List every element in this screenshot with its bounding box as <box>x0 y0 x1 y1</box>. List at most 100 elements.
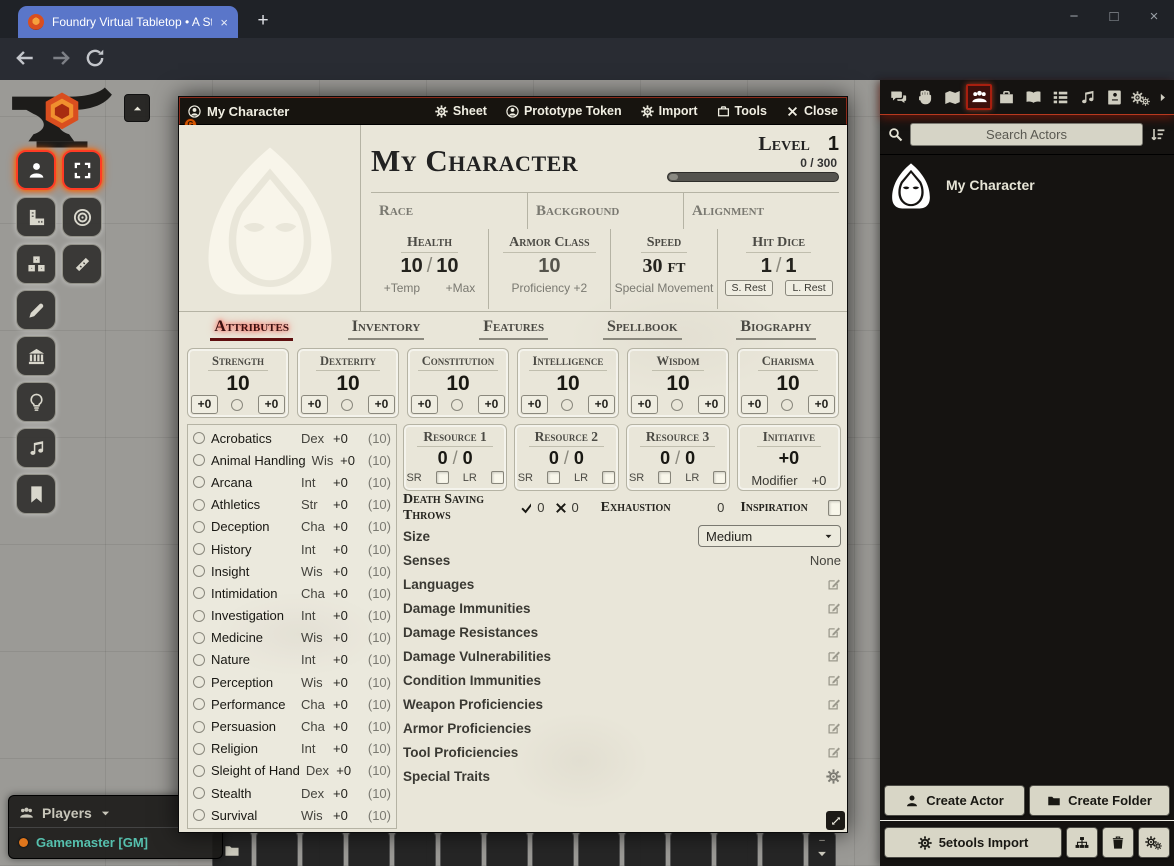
sort-icon[interactable] <box>1150 127 1166 143</box>
5etools-import-button[interactable]: 5etools Import <box>884 827 1062 858</box>
skill-proficiency-radio[interactable] <box>193 476 205 488</box>
macro-slot[interactable] <box>302 830 344 866</box>
level-value[interactable]: 1 <box>828 133 839 156</box>
tab-biography[interactable]: Biography <box>736 318 815 340</box>
skill-proficiency-radio[interactable] <box>193 743 205 755</box>
hd-max[interactable]: 1 <box>785 255 796 277</box>
lr-checkbox[interactable] <box>602 471 615 484</box>
initiative-value[interactable]: +0 <box>738 448 840 469</box>
ruler-controls-button[interactable] <box>16 197 56 237</box>
lr-checkbox[interactable] <box>491 471 504 484</box>
macro-slot[interactable] <box>762 830 804 866</box>
skill-row[interactable]: AthleticsStr+0(10) <box>193 494 391 516</box>
skill-proficiency-radio[interactable] <box>193 765 205 777</box>
ability-score[interactable]: 10 <box>191 372 285 396</box>
ability-score[interactable]: 10 <box>301 372 395 396</box>
ability-mod[interactable]: +0 <box>631 395 658 414</box>
ability-mod[interactable]: +0 <box>301 395 328 414</box>
edit-icon[interactable] <box>827 745 841 759</box>
skill-row[interactable]: NatureInt+0(10) <box>193 649 391 671</box>
skill-row[interactable]: Sleight of HandDex+0(10) <box>193 760 391 782</box>
skill-row[interactable]: PersuasionCha+0(10) <box>193 715 391 737</box>
ability-mod[interactable]: +0 <box>191 395 218 414</box>
notes-controls-button[interactable] <box>16 474 56 514</box>
ability-score[interactable]: 10 <box>631 372 725 396</box>
ability-mod[interactable]: +0 <box>741 395 768 414</box>
skill-row[interactable]: InvestigationInt+0(10) <box>193 605 391 627</box>
gear-icon[interactable] <box>826 769 841 784</box>
skill-proficiency-radio[interactable] <box>193 654 205 666</box>
search-input[interactable] <box>910 123 1143 146</box>
ability-save[interactable]: +0 <box>588 395 615 414</box>
skill-row[interactable]: MedicineWis+0(10) <box>193 627 391 649</box>
tab-features[interactable]: Features <box>479 318 548 340</box>
sidebar-collapse-icon[interactable] <box>1155 84 1169 110</box>
window-close-button[interactable]: × <box>1134 0 1174 34</box>
skill-row[interactable]: SurvivalWis+0(10) <box>193 804 391 826</box>
lr-checkbox[interactable] <box>713 471 726 484</box>
resource-value[interactable]: 0 <box>549 448 559 468</box>
forward-icon[interactable] <box>50 47 74 71</box>
ability-save[interactable]: +0 <box>698 395 725 414</box>
target-tool-button[interactable] <box>62 197 102 237</box>
skill-proficiency-radio[interactable] <box>193 587 205 599</box>
lighting-controls-button[interactable] <box>16 382 56 422</box>
resource-value[interactable]: 0 <box>660 448 670 468</box>
macro-slot[interactable] <box>716 830 758 866</box>
macro-slot[interactable] <box>440 830 482 866</box>
edit-icon[interactable] <box>827 721 841 735</box>
tab-compendium[interactable] <box>1101 84 1127 110</box>
skill-row[interactable]: PerformanceCha+0(10) <box>193 693 391 715</box>
macro-slot[interactable] <box>670 830 712 866</box>
tools-button[interactable]: Tools <box>717 104 767 118</box>
tab-scenes[interactable] <box>939 84 965 110</box>
save-proficiency-radio[interactable] <box>231 399 243 411</box>
save-proficiency-radio[interactable] <box>781 399 793 411</box>
skill-row[interactable]: AcrobaticsDex+0(10) <box>193 427 391 449</box>
skill-row[interactable]: IntimidationCha+0(10) <box>193 582 391 604</box>
ability-save[interactable]: +0 <box>368 395 395 414</box>
token-controls-button[interactable] <box>16 150 56 190</box>
save-proficiency-radio[interactable] <box>561 399 573 411</box>
ability-save[interactable]: +0 <box>478 395 505 414</box>
xp-value[interactable]: 0 / 300 <box>659 156 837 170</box>
skill-proficiency-radio[interactable] <box>193 565 205 577</box>
ability-score[interactable]: 10 <box>741 372 835 396</box>
hp-tempmax-label[interactable]: +Max <box>446 281 476 295</box>
edit-icon[interactable] <box>827 649 841 663</box>
race-field[interactable]: Race <box>371 193 527 229</box>
tab-spellbook[interactable]: Spellbook <box>603 318 682 340</box>
prototype-token-button[interactable]: Prototype Token <box>506 104 622 118</box>
ability-save[interactable]: +0 <box>808 395 835 414</box>
skill-row[interactable]: InsightWis+0(10) <box>193 560 391 582</box>
skill-proficiency-radio[interactable] <box>193 809 205 821</box>
create-folder-button[interactable]: Create Folder <box>1029 785 1170 816</box>
short-rest-button[interactable]: S. Rest <box>725 280 773 296</box>
macro-slot[interactable] <box>532 830 574 866</box>
window-resize-handle[interactable] <box>826 811 845 830</box>
reload-icon[interactable] <box>84 47 108 71</box>
edit-icon[interactable] <box>827 673 841 687</box>
skill-row[interactable]: DeceptionCha+0(10) <box>193 516 391 538</box>
window-maximize-button[interactable]: □ <box>1094 0 1134 34</box>
macro-slot[interactable] <box>256 830 298 866</box>
death-fail-icon[interactable] <box>554 501 565 515</box>
tab-combat[interactable] <box>912 84 938 110</box>
ability-mod[interactable]: +0 <box>521 395 548 414</box>
skill-row[interactable]: StealthDex+0(10) <box>193 782 391 804</box>
ability-mod[interactable]: +0 <box>411 395 438 414</box>
skill-row[interactable]: HistoryInt+0(10) <box>193 538 391 560</box>
save-proficiency-radio[interactable] <box>671 399 683 411</box>
hp-max[interactable]: 10 <box>436 255 458 277</box>
character-name-input[interactable]: My Character <box>371 129 659 179</box>
tab-close-icon[interactable]: × <box>220 15 228 30</box>
skill-proficiency-radio[interactable] <box>193 454 205 466</box>
sr-checkbox[interactable] <box>547 471 560 484</box>
skill-proficiency-radio[interactable] <box>193 543 205 555</box>
edit-icon[interactable] <box>827 625 841 639</box>
tab-tables[interactable] <box>1047 84 1073 110</box>
new-tab-button[interactable]: + <box>250 8 276 34</box>
hd-value[interactable]: 1 <box>761 255 772 277</box>
death-success-icon[interactable] <box>520 501 531 515</box>
inspiration-checkbox[interactable] <box>828 500 841 516</box>
